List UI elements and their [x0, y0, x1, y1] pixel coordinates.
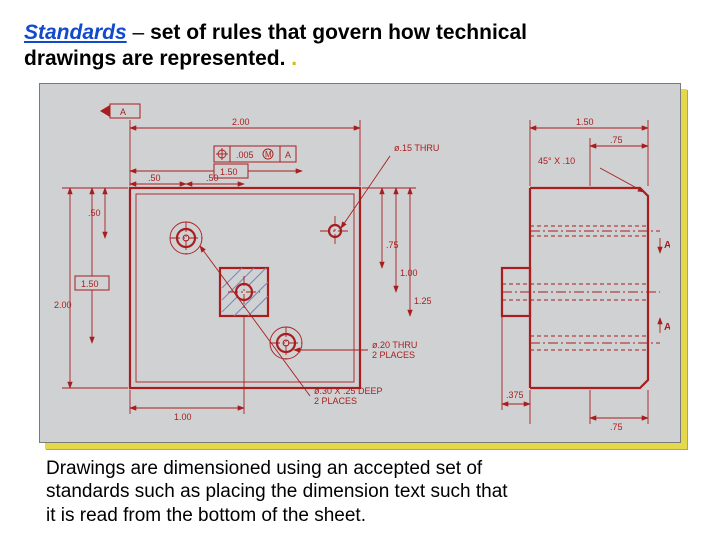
gdt-frame: .005 M A [214, 146, 296, 162]
caption-l3: it is read from the bottom of the sheet. [46, 505, 366, 526]
caption-l1: Drawings are dimensioned using an accept… [46, 458, 482, 479]
dim-1-00r: 1.00 [400, 268, 418, 278]
section-a-2: A [664, 322, 670, 333]
technical-drawing: A .005 M A 2.00 1.50 [50, 98, 670, 430]
dim-1-00b: 1.00 [174, 412, 192, 422]
side-375: .375 [506, 390, 524, 400]
figure: A .005 M A 2.00 1.50 [39, 83, 681, 443]
drawing-frame: A .005 M A 2.00 1.50 [39, 83, 681, 443]
note-cbore-2: 2 PLACES [314, 396, 357, 406]
dim-1-50-basic: 1.50 [220, 167, 238, 177]
note-hole15: ø.15 THRU [394, 143, 439, 153]
note-cbore-1: ø.30 X .25 DEEP [314, 386, 383, 396]
heading-rest1: set of rules that govern how technical [150, 21, 527, 44]
dim-2-00: 2.00 [232, 117, 250, 127]
gdt-mod: M [265, 150, 272, 159]
note-hole20-1: ø.20 THRU [372, 340, 417, 350]
side-1-50: 1.50 [576, 117, 594, 127]
heading: Standards – set of rules that govern how… [24, 20, 696, 73]
side-75: .75 [610, 135, 623, 145]
dim-50b: .50 [206, 173, 219, 183]
dim-1-50-left: 1.50 [81, 279, 99, 289]
dim-50a: .50 [148, 173, 161, 183]
chamfer-note: 45° X .10 [538, 156, 575, 166]
dim-75r: .75 [386, 240, 399, 250]
side-75b: .75 [610, 422, 623, 430]
dim-1-25r: 1.25 [414, 296, 432, 306]
datum-label: A [120, 107, 126, 117]
heading-rest2: drawings are represented. [24, 47, 285, 70]
heading-term: Standards [24, 21, 127, 44]
caption-l2: standards such as placing the dimension … [46, 481, 508, 502]
note-hole20-2: 2 PLACES [372, 350, 415, 360]
heading-period: . [285, 47, 297, 70]
dim-2-00v: 2.00 [54, 300, 72, 310]
gdt-value: .005 [236, 150, 254, 160]
section-a-1: A [664, 240, 670, 251]
dim-50c: .50 [88, 208, 101, 218]
caption: Drawings are dimensioned using an accept… [24, 457, 696, 528]
heading-dash: – [127, 21, 150, 44]
gdt-ref: A [285, 150, 291, 160]
